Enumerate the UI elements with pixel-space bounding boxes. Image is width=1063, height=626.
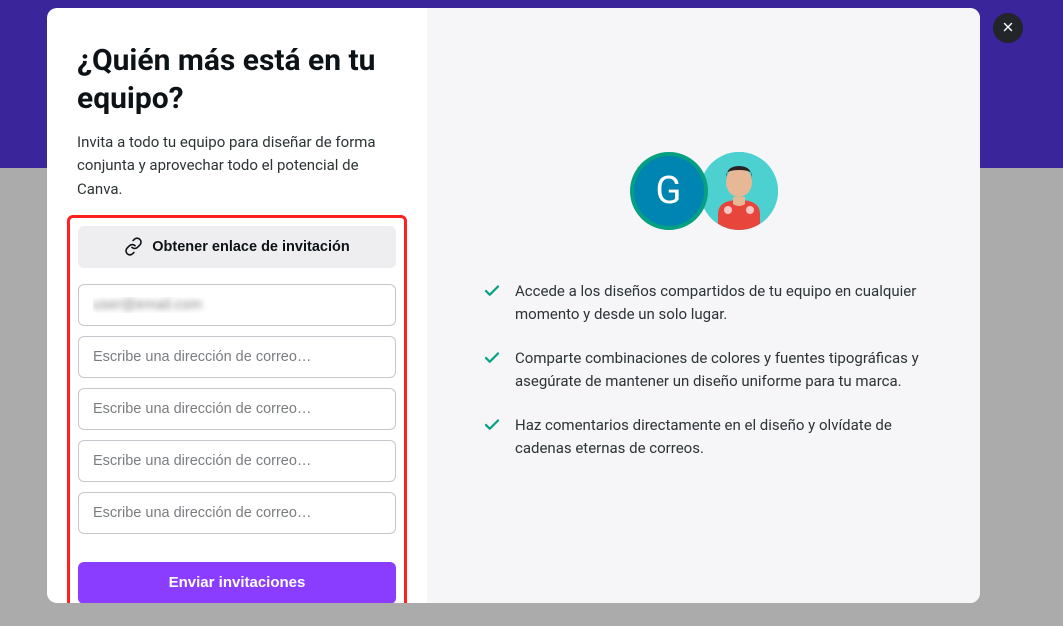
benefit-item: Haz comentarios directamente en el diseñ… [483,414,924,459]
benefit-item: Accede a los diseños compartidos de tu e… [483,280,924,325]
avatar-person [700,152,778,230]
check-icon [483,282,501,304]
check-icon [483,416,501,438]
modal-subtitle: Invita a todo tu equipo para diseñar de … [77,131,397,201]
invite-right-panel: G Accede a los diseños compartidos d [427,8,980,603]
send-invitations-button[interactable]: Enviar invitaciones [78,562,396,603]
highlight-box: Obtener enlace de invitación Enviar invi… [67,215,407,603]
avatar-group: G [630,152,778,230]
invite-left-panel: ¿Quién más está en tu equipo? Invita a t… [47,8,427,603]
invite-team-modal: ¿Quién más está en tu equipo? Invita a t… [47,8,980,603]
close-icon [1001,20,1015,37]
benefit-text: Haz comentarios directamente en el diseñ… [515,414,924,459]
email-field-2[interactable] [78,336,396,378]
benefit-text: Comparte combinaciones de colores y fuen… [515,347,924,392]
avatar-letter: G [630,152,708,230]
get-invite-link-button[interactable]: Obtener enlace de invitación [78,226,396,268]
modal-title: ¿Quién más está en tu equipo? [77,42,397,117]
benefits-list: Accede a los diseños compartidos de tu e… [483,280,924,459]
email-field-1[interactable] [78,284,396,326]
email-field-5[interactable] [78,492,396,534]
close-button[interactable] [993,13,1023,43]
get-link-label: Obtener enlace de invitación [152,239,349,255]
email-field-3[interactable] [78,388,396,430]
email-field-4[interactable] [78,440,396,482]
check-icon [483,349,501,371]
benefit-text: Accede a los diseños compartidos de tu e… [515,280,924,325]
link-icon [124,237,143,256]
benefit-item: Comparte combinaciones de colores y fuen… [483,347,924,392]
